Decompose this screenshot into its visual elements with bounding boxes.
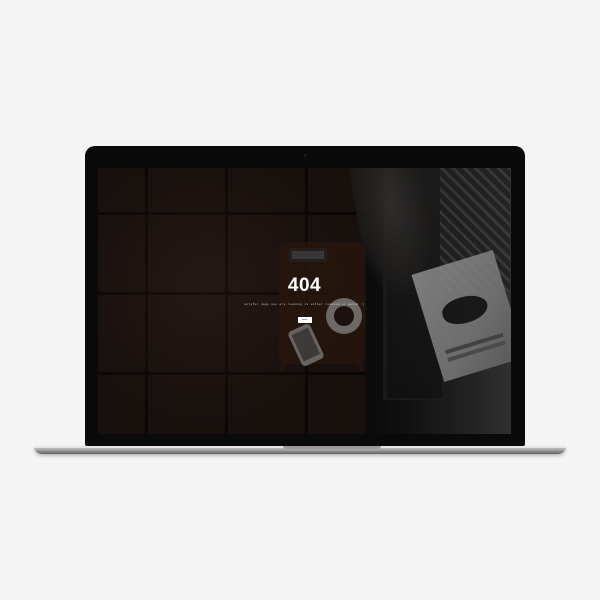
error-code: 404 (287, 275, 322, 296)
page-stage: 404 onlyfor page you are looking is eith… (0, 0, 600, 600)
laptop-screen-bezel: 404 onlyfor page you are looking is eith… (85, 146, 525, 446)
laptop-camera-icon (304, 154, 307, 157)
laptop-opening-notch (283, 446, 381, 449)
error-message: onlyfor page you are looking is either r… (244, 303, 365, 306)
laptop-screen: 404 onlyfor page you are looking is eith… (98, 168, 511, 434)
error-content: 404 onlyfor page you are looking is eith… (98, 276, 511, 328)
home-button[interactable]: home (297, 317, 312, 323)
laptop-base (34, 446, 566, 454)
